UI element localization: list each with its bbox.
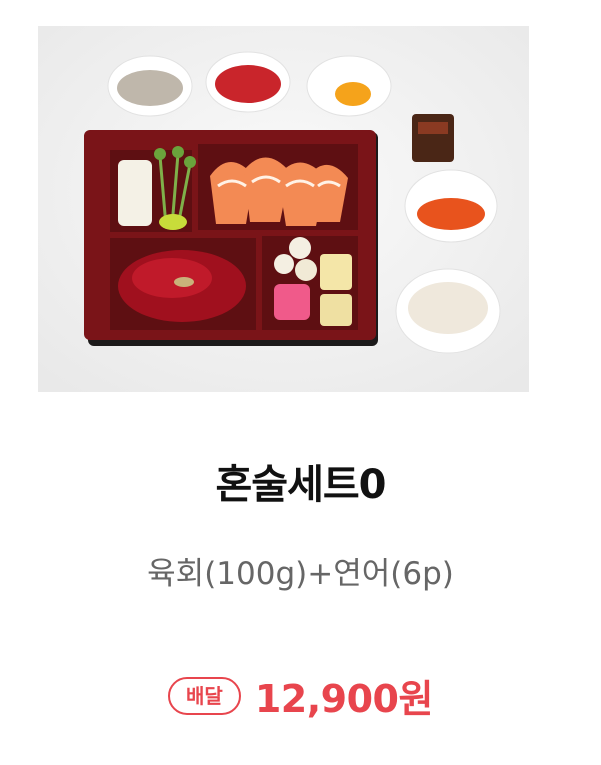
sesame-sauce-cup [107,55,193,117]
roe-cup [404,169,498,243]
bento-box-illustration [38,26,529,392]
product-title: 혼술세트0 [215,462,386,508]
soy-sauce-sachet [412,114,454,162]
product-description: 육회(100g)+연어(6p) [147,556,454,592]
egg-yolk-cup [306,55,392,117]
product-image[interactable] [38,26,529,392]
price-row: 배달 12,900원 [0,668,601,723]
bento-box [84,130,378,346]
mayo-cup [395,268,501,354]
delivery-badge: 배달 [168,676,241,715]
chili-sauce-cup [205,51,291,113]
product-price: 12,900원 [254,677,434,721]
